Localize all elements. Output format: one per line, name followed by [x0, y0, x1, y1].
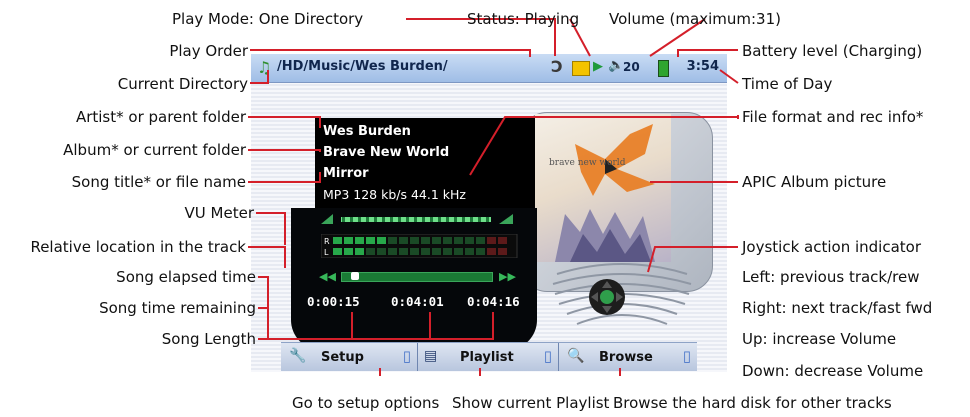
callout-artist: Artist* or parent folder	[75, 108, 246, 126]
callout-up: Up: increase Volume	[742, 330, 897, 348]
callout-play-order: Play Order	[169, 42, 248, 60]
callout-elapsed: Song elapsed time	[116, 268, 256, 286]
callout-left: Left: previous track/rew	[742, 268, 920, 286]
callout-remaining: Song time remaining	[99, 299, 256, 317]
callout-play-mode: Play Mode: One Directory	[172, 10, 364, 28]
callout-setup: Go to setup options	[292, 394, 440, 412]
callout-length: Song Length	[161, 330, 256, 348]
callout-current-directory: Current Directory	[117, 75, 248, 93]
callout-apic: APIC Album picture	[742, 173, 887, 191]
callout-joystick: Joystick action indicator	[742, 238, 922, 256]
callout-browse: Browse the hard disk for other tracks	[613, 394, 892, 412]
callout-down: Down: decrease Volume	[742, 362, 924, 380]
callout-album: Album* or current folder	[63, 141, 246, 159]
callout-battery: Battery level (Charging)	[742, 42, 923, 60]
callout-volume: Volume (maximum:31)	[609, 10, 781, 28]
callout-song-title: Song title* or file name	[71, 173, 246, 191]
callout-vu-meter: VU Meter	[184, 204, 254, 222]
callout-time-of-day: Time of Day	[742, 75, 833, 93]
callout-relative-location: Relative location in the track	[30, 238, 246, 256]
callout-status: Status: Playing	[467, 10, 580, 28]
callout-playlist: Show current Playlist	[452, 394, 610, 412]
callout-right: Right: next track/fast fwd	[742, 299, 933, 317]
callout-file-format: File format and rec info*	[742, 108, 924, 126]
